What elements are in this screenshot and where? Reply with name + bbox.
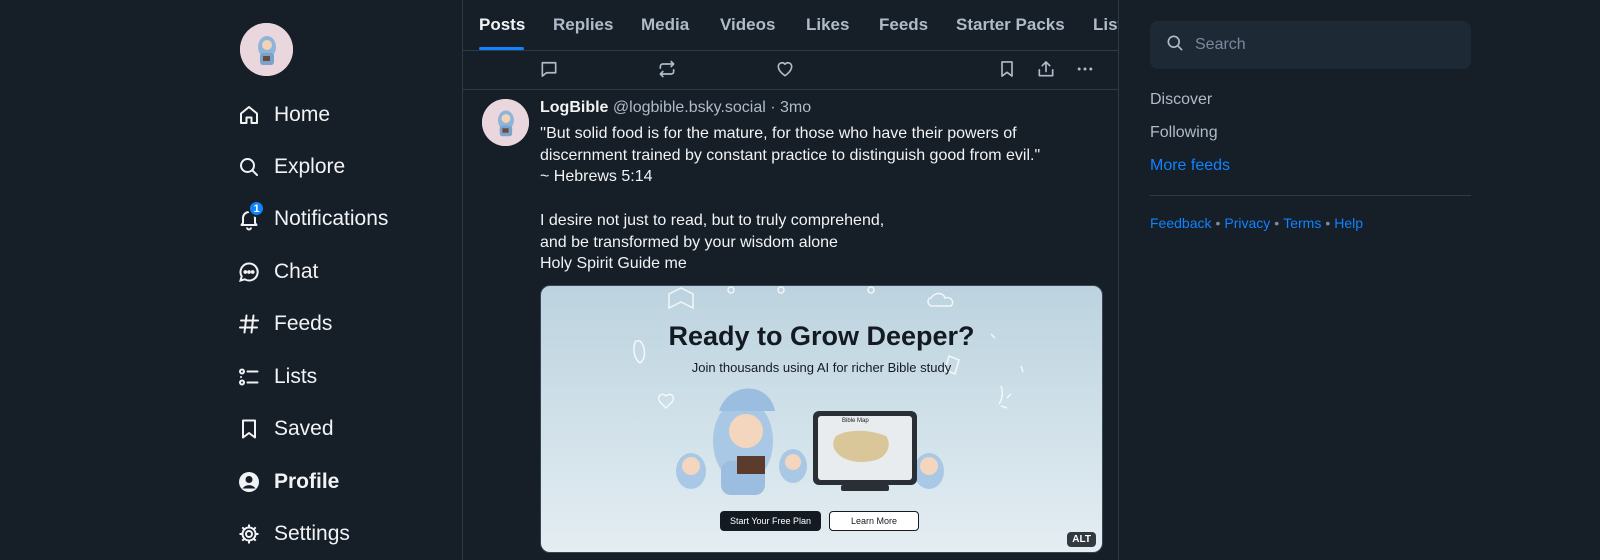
nav-label: Profile: [274, 470, 340, 493]
separator-dot: •: [1215, 215, 1221, 231]
user-avatar[interactable]: [240, 23, 293, 76]
feed-link-discover[interactable]: Discover: [1150, 91, 1212, 109]
separator-dot: •: [1274, 215, 1280, 231]
post-header: LogBible @logbible.bsky.social · 3mo: [540, 99, 811, 117]
ad-subtitle: Join thousands using AI for richer Bible…: [691, 360, 952, 375]
active-tab-indicator: [479, 47, 524, 50]
feed-link-following[interactable]: Following: [1150, 124, 1218, 142]
reply-icon[interactable]: [537, 57, 561, 81]
post-text-line: ~ Hebrews 5:14: [540, 168, 653, 186]
search-input[interactable]: [1195, 36, 1455, 54]
tab-feeds[interactable]: Feeds: [879, 15, 928, 35]
learn-more-button: Learn More: [829, 511, 919, 531]
nav-explore[interactable]: Explore: [236, 149, 345, 185]
bell-icon: 1: [236, 200, 265, 232]
tab-replies[interactable]: Replies: [553, 15, 613, 35]
nav-label: Home: [274, 103, 331, 126]
privacy-link[interactable]: Privacy: [1224, 215, 1270, 231]
search-box[interactable]: [1150, 21, 1471, 69]
right-sidebar: Discover Following More feeds Feedback•P…: [1119, 0, 1600, 560]
bookmark-icon: [236, 416, 262, 442]
start-free-plan-button: Start Your Free Plan: [720, 511, 821, 531]
profile-tabs: Posts Replies Media Videos Likes Feeds S…: [463, 0, 1118, 51]
ad-title: Ready to Grow Deeper?: [668, 321, 975, 351]
previous-post-actions: [463, 52, 1118, 90]
nav-label: Explore: [274, 155, 346, 178]
post-text-line: discernment trained by constant practice…: [540, 146, 1041, 164]
list-icon: [236, 364, 262, 390]
tablet-label: Bible Map: [842, 418, 869, 424]
post-text-line: ''But solid food is for the mature, for …: [540, 125, 1017, 142]
post[interactable]: LogBible @logbible.bsky.social · 3mo ''B…: [463, 91, 1118, 560]
post-image[interactable]: Ready to Grow Deeper? Join thousands usi…: [540, 285, 1103, 553]
hash-icon: [236, 311, 262, 337]
left-navigation: Home Explore 1 Notifications Chat Feeds …: [0, 0, 462, 560]
nav-feeds[interactable]: Feeds: [236, 306, 332, 342]
post-author-handle[interactable]: @logbible.bsky.social: [613, 99, 766, 116]
tab-posts[interactable]: Posts: [479, 15, 525, 35]
nav-profile[interactable]: Profile: [236, 464, 339, 500]
footer-links: Feedback • Privacy • Terms • Help: [1150, 215, 1363, 231]
home-icon: [236, 102, 262, 128]
nav-lists[interactable]: Lists: [236, 359, 317, 395]
post-text-line: I desire not just to read, but to truly …: [540, 211, 885, 229]
nav-home[interactable]: Home: [236, 97, 330, 133]
nav-label: Saved: [274, 417, 334, 440]
post-author-name[interactable]: LogBible: [540, 99, 608, 116]
nav-chat[interactable]: Chat: [236, 254, 318, 290]
post-text-line: Holy Spirit Guide me: [540, 255, 687, 273]
feedback-link[interactable]: Feedback: [1150, 215, 1211, 231]
share-icon[interactable]: [1034, 57, 1058, 81]
post-text-line: and be transformed by your wisdom alone: [540, 233, 838, 251]
separator-dot: •: [1325, 215, 1331, 231]
tab-likes[interactable]: Likes: [806, 15, 849, 35]
nav-notifications[interactable]: 1 Notifications: [236, 200, 389, 237]
divider: [1150, 195, 1471, 196]
nav-label: Settings: [274, 522, 350, 545]
notification-badge: 1: [248, 200, 265, 217]
tab-lists[interactable]: List: [1093, 15, 1118, 35]
main-column: Posts Replies Media Videos Likes Feeds S…: [462, 0, 1119, 560]
search-icon: [236, 154, 262, 180]
nav-label: Lists: [274, 365, 318, 388]
tab-starter-packs[interactable]: Starter Packs: [956, 15, 1065, 35]
nav-label: Chat: [274, 260, 319, 283]
nav-saved[interactable]: Saved: [236, 411, 334, 447]
post-text-gap: [540, 188, 1100, 210]
chat-icon: [236, 259, 262, 285]
gear-icon: [236, 521, 262, 547]
like-icon[interactable]: [773, 57, 797, 81]
bookmark-icon[interactable]: [995, 57, 1019, 81]
tab-videos[interactable]: Videos: [720, 15, 775, 35]
alt-text-badge[interactable]: ALT: [1067, 532, 1096, 547]
post-timestamp[interactable]: · 3mo: [770, 99, 811, 116]
nav-label: Notifications: [274, 207, 389, 230]
post-author-avatar[interactable]: [482, 99, 529, 146]
more-options-icon[interactable]: [1073, 57, 1097, 81]
search-icon: [1165, 33, 1185, 58]
help-link[interactable]: Help: [1334, 215, 1363, 231]
profile-icon: [236, 469, 262, 495]
nav-settings[interactable]: Settings: [236, 516, 350, 552]
terms-link[interactable]: Terms: [1283, 215, 1321, 231]
repost-icon[interactable]: [655, 57, 679, 81]
tab-media[interactable]: Media: [641, 15, 689, 35]
more-feeds-link[interactable]: More feeds: [1150, 157, 1230, 175]
nav-label: Feeds: [274, 312, 333, 335]
post-body: ''But solid food is for the mature, for …: [540, 123, 1100, 275]
